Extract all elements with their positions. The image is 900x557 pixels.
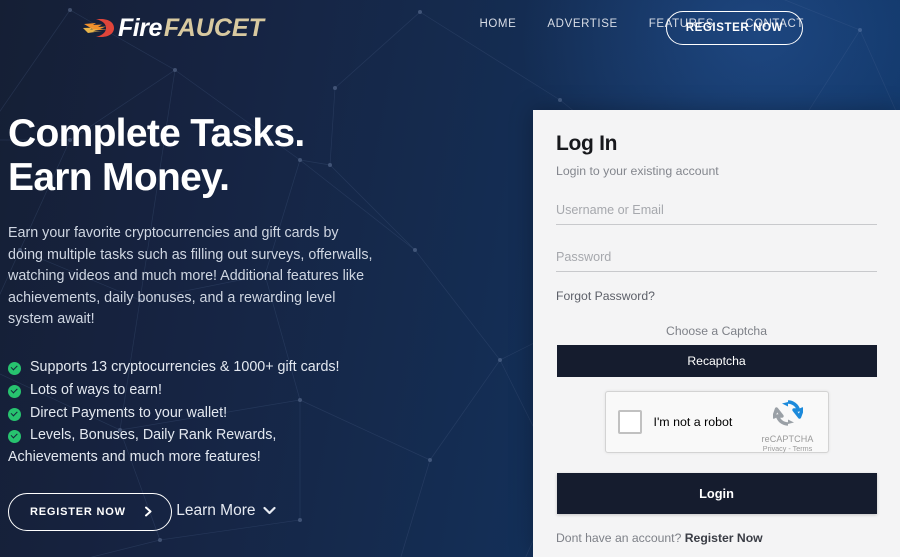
password-field-wrapper xyxy=(556,248,877,272)
flame-icon xyxy=(83,19,114,37)
signup-prompt-text: Dont have an account? xyxy=(556,531,682,545)
learn-more-label: Learn More xyxy=(176,501,256,519)
recaptcha-branding: reCAPTCHA Privacy - Terms xyxy=(757,398,819,453)
hero-register-label: REGISTER NOW xyxy=(30,505,126,518)
login-title: Log In xyxy=(556,132,618,155)
forgot-password-link[interactable]: Forgot Password? xyxy=(556,289,655,303)
list-item: Levels, Bonuses, Daily Rank Rewards, xyxy=(8,425,428,447)
check-circle-icon xyxy=(8,384,21,398)
header-register-button[interactable]: REGISTER NOW xyxy=(665,11,803,45)
login-card: Log In Login to your existing account Fo… xyxy=(533,110,900,557)
signup-prompt-row: Dont have an account? Register Now xyxy=(556,531,877,545)
nav-item-home[interactable]: HOME xyxy=(479,18,516,30)
feature-label: Lots of ways to earn! xyxy=(30,381,162,398)
password-input[interactable] xyxy=(556,250,877,266)
check-circle-icon xyxy=(8,361,21,375)
check-circle-icon xyxy=(8,407,21,421)
captcha-section-label: Choose a Captcha xyxy=(666,324,767,338)
landing-page: Fire FAUCET HOME ADVERTISE FEATURES CONT… xyxy=(0,0,900,557)
recaptcha-checkbox[interactable] xyxy=(617,410,642,434)
username-input[interactable] xyxy=(556,203,877,219)
feature-list-tail: Achievements and much more features! xyxy=(8,449,261,466)
login-subtitle: Login to your existing account xyxy=(556,164,719,178)
site-header: Fire FAUCET HOME ADVERTISE FEATURES CONT… xyxy=(0,0,900,56)
logo-text-fire: Fire xyxy=(118,13,162,42)
login-button[interactable]: Login xyxy=(556,473,877,514)
nav-item-advertise[interactable]: ADVERTISE xyxy=(547,18,617,30)
recaptcha-brand-text: reCAPTCHA xyxy=(761,434,814,444)
recaptcha-logo-icon xyxy=(771,400,804,426)
chevron-down-icon xyxy=(262,507,276,515)
captcha-option-recaptcha[interactable]: Recaptcha xyxy=(556,345,877,377)
signup-register-link[interactable]: Register Now xyxy=(685,531,763,545)
hero-register-button[interactable]: REGISTER NOW xyxy=(8,492,172,531)
list-item: Lots of ways to earn! xyxy=(8,380,428,402)
feature-label: Levels, Bonuses, Daily Rank Rewards, xyxy=(30,427,277,444)
feature-label: Direct Payments to your wallet! xyxy=(30,404,228,421)
hero-heading: Complete Tasks. Earn Money. xyxy=(8,112,305,199)
list-item: Supports 13 cryptocurrencies & 1000+ gif… xyxy=(8,357,428,379)
username-field-wrapper xyxy=(556,201,877,225)
list-item: Direct Payments to your wallet! xyxy=(8,403,428,425)
chevron-right-icon xyxy=(144,506,152,517)
site-logo[interactable]: Fire FAUCET xyxy=(82,14,264,42)
hero-section: Complete Tasks. Earn Money. Earn your fa… xyxy=(8,112,428,531)
recaptcha-label: I'm not a robot xyxy=(653,415,733,429)
learn-more-link[interactable]: Learn More xyxy=(176,501,276,520)
hero-paragraph: Earn your favorite cryptocurrencies and … xyxy=(8,225,373,328)
check-circle-icon xyxy=(8,430,21,444)
recaptcha-legal-text: Privacy - Terms xyxy=(762,444,813,453)
feature-list: Supports 13 cryptocurrencies & 1000+ gif… xyxy=(8,357,428,447)
recaptcha-widget[interactable]: I'm not a robot reCAPTCHA Privacy - Term… xyxy=(604,391,829,453)
feature-label: Supports 13 cryptocurrencies & 1000+ gif… xyxy=(30,358,340,375)
logo-text-faucet: FAUCET xyxy=(163,13,264,42)
